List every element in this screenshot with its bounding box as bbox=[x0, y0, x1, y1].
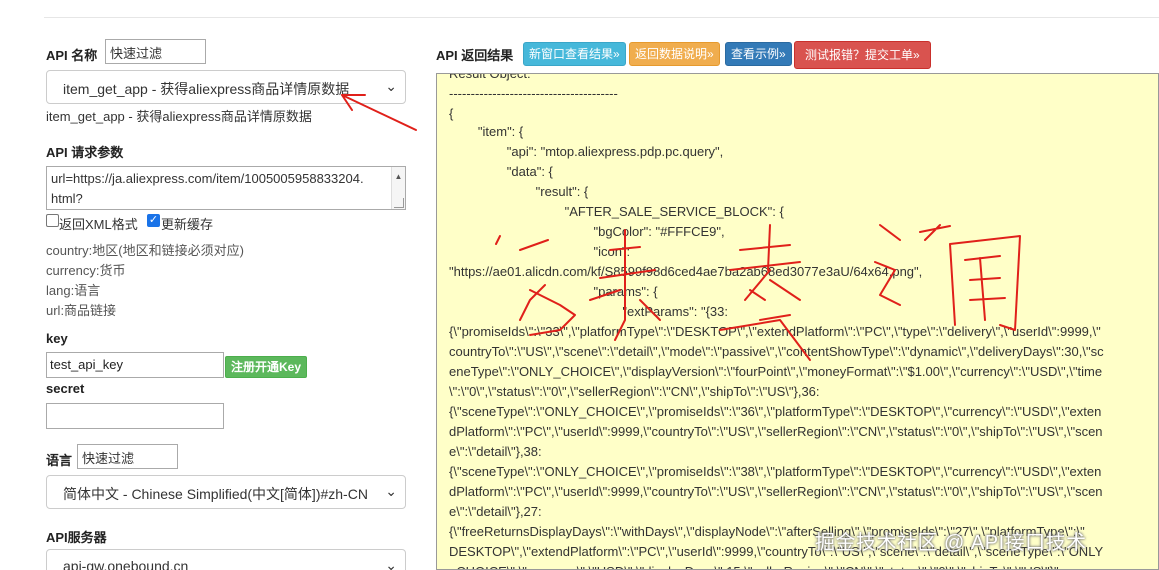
result-line: {\"sceneType\":\"ONLY_CHOICE\",\"promise… bbox=[449, 464, 1102, 479]
request-panel: API 名称 快速过滤 item_get_app - 获得aliexpress商… bbox=[0, 0, 420, 570]
result-line: "https://ae01.alicdn.com/kf/S8599f98d6ce… bbox=[449, 264, 923, 279]
result-line: {\"sceneType\":\"ONLY_CHOICE\",\"promise… bbox=[449, 404, 1102, 419]
report-ticket-button[interactable]: 测试报错？提交工单» bbox=[794, 41, 931, 69]
param-hint: url:商品链接 bbox=[46, 303, 117, 318]
example-button[interactable]: 查看示例» bbox=[725, 42, 792, 66]
request-params-label: API 请求参数 bbox=[46, 145, 124, 160]
api-name-label: API 名称 bbox=[46, 48, 98, 63]
language-select-value: 简体中文 - Chinese Simplified(中文[简体])#zh-CN bbox=[63, 486, 368, 502]
result-line: countryTo\":\"US\",\"scene\":\"detail\",… bbox=[449, 344, 1104, 359]
xml-format-checkbox[interactable] bbox=[46, 214, 59, 227]
result-line: e\":\"detail\"},27: bbox=[449, 504, 542, 519]
update-cache-checkbox[interactable]: ✓ bbox=[147, 214, 160, 227]
result-line: {\"promiseIds\":\"33\",\"platformType\":… bbox=[449, 324, 1101, 339]
result-line: dPlatform\":\"PC\",\"userId\":9999,\"cou… bbox=[449, 484, 1103, 499]
chevron-down-icon: ⌄ bbox=[385, 557, 397, 570]
api-select[interactable]: item_get_app - 获得aliexpress商品详情原数据 ⌄ bbox=[46, 70, 406, 104]
result-line: "bgColor": "#FFFCE9", bbox=[449, 224, 725, 239]
key-input[interactable]: test_api_key bbox=[46, 352, 224, 378]
result-line: "icon": bbox=[449, 244, 631, 259]
new-window-button[interactable]: 新窗口查看结果» bbox=[523, 42, 626, 66]
server-label: API服务器 bbox=[46, 530, 107, 545]
api-select-value: item_get_app - 获得aliexpress商品详情原数据 bbox=[63, 81, 350, 97]
param-hint: lang:语言 bbox=[46, 283, 101, 298]
result-line: \":\"0\",\"status\":\"0\",\"sellerRegion… bbox=[449, 384, 820, 399]
language-select[interactable]: 简体中文 - Chinese Simplified(中文[简体])#zh-CN … bbox=[46, 475, 406, 509]
result-line: eneType\":\"ONLY_CHOICE\",\"displayVersi… bbox=[449, 364, 1103, 379]
return-desc-button[interactable]: 返回数据说明» bbox=[629, 42, 720, 66]
result-panel[interactable]: Result Object: -------------------------… bbox=[436, 73, 1159, 570]
result-line: dPlatform\":\"PC\",\"userId\":9999,\"cou… bbox=[449, 424, 1103, 439]
language-label: 语言 bbox=[46, 453, 73, 468]
api-filter-input[interactable]: 快速过滤 bbox=[105, 39, 206, 64]
result-line: e\":\"detail\"},38: bbox=[449, 444, 542, 459]
result-line: "data": { bbox=[449, 164, 553, 179]
param-hint: currency:货币 bbox=[46, 263, 126, 278]
api-result-title: API 返回结果 bbox=[436, 48, 514, 63]
register-key-button[interactable]: 注册开通Key bbox=[225, 356, 308, 378]
secret-input[interactable] bbox=[46, 403, 224, 429]
result-line: "AFTER_SALE_SERVICE_BLOCK": { bbox=[449, 204, 784, 219]
resize-grip-icon[interactable] bbox=[394, 198, 404, 208]
api-selected-text: item_get_app - 获得aliexpress商品详情原数据 bbox=[46, 109, 312, 124]
xml-format-label: 返回XML格式 bbox=[59, 217, 138, 232]
chevron-down-icon: ⌄ bbox=[385, 78, 397, 94]
request-params-line: html? bbox=[51, 191, 83, 206]
result-line: "result": { bbox=[449, 184, 589, 199]
watermark: 掘金技术社区 @ API接口技术 bbox=[815, 532, 1087, 554]
secret-label: secret bbox=[46, 381, 85, 396]
chevron-down-icon: ⌄ bbox=[385, 483, 397, 499]
result-line: "api": "mtop.aliexpress.pdp.pc.query", bbox=[449, 144, 724, 159]
result-line: "params": { bbox=[449, 284, 658, 299]
result-line: { bbox=[449, 106, 454, 121]
result-line: "item": { bbox=[449, 124, 524, 139]
key-label: key bbox=[46, 331, 68, 346]
result-line: _CHOICE\",\"currency\":\"USD\",\"display… bbox=[449, 562, 1062, 569]
result-line: --------------------------------------- bbox=[449, 86, 618, 101]
param-hint: country:地区(地区和链接必须对应) bbox=[46, 243, 244, 258]
request-params-textarea[interactable]: url=https://ja.aliexpress.com/item/10050… bbox=[46, 166, 406, 210]
result-line: "extParams": "{33: bbox=[449, 304, 728, 319]
language-filter-input[interactable]: 快速过滤 bbox=[77, 444, 178, 469]
update-cache-label: 更新缓存 bbox=[161, 217, 214, 232]
result-line: Result Object: bbox=[449, 73, 531, 81]
server-select-value: api-gw.onebound.cn bbox=[63, 558, 189, 570]
server-select[interactable]: api-gw.onebound.cn ⌄ bbox=[46, 549, 406, 570]
request-params-line: url=https://ja.aliexpress.com/item/10050… bbox=[51, 171, 364, 186]
